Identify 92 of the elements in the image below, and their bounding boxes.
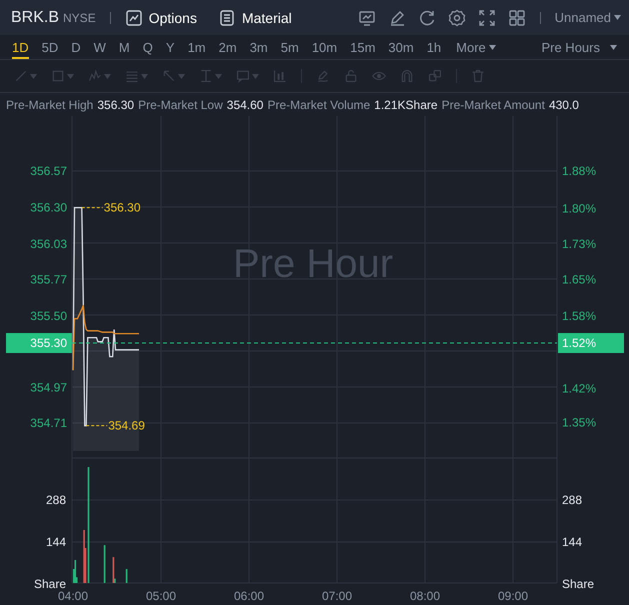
volume-axis-label: 288	[46, 493, 66, 508]
price-axis-label: 356.03	[30, 237, 67, 252]
more-dropdown[interactable]: More	[456, 35, 496, 59]
price-axis-label: 355.77	[30, 272, 67, 286]
average-line	[72, 304, 139, 370]
period-tab[interactable]: W	[94, 37, 106, 59]
exchange-label: NYSE	[63, 10, 96, 24]
period-tab[interactable]: D	[71, 37, 81, 59]
note-tool-icon	[236, 69, 250, 83]
price-axis-label: 356.57	[30, 164, 67, 178]
annotation: 354.69	[108, 418, 146, 433]
document-icon	[218, 8, 236, 26]
price-axis-label: 354.71	[30, 416, 67, 430]
monitor-chart-icon[interactable]	[358, 8, 376, 26]
price-axis-label: 355.50	[30, 308, 67, 323]
caret-icon	[104, 74, 111, 78]
time-axis-label: 07:00	[322, 589, 352, 603]
arrow-tool-icon	[162, 69, 176, 83]
percent-axis-label: 1.73%	[562, 236, 596, 251]
caret-icon	[614, 15, 621, 20]
stat-label: Pre-Market Amount	[442, 98, 545, 112]
refresh-icon[interactable]	[418, 8, 436, 26]
percent-axis-label: 1.65%	[562, 272, 596, 286]
grid-icon[interactable]	[508, 8, 526, 26]
caret-icon	[141, 74, 148, 78]
period-tab[interactable]: M	[118, 37, 130, 59]
caret-icon	[252, 74, 259, 78]
time-axis-label: 09:00	[498, 589, 528, 603]
period-tab[interactable]: Q	[142, 37, 153, 59]
annotation: 356.30	[104, 200, 141, 215]
volume-axis-label: Share	[34, 577, 66, 591]
options-button[interactable]: Options	[124, 8, 197, 26]
percent-axis-label: 1.42%	[562, 381, 596, 396]
time-axis-label: 05:00	[146, 589, 176, 603]
material-button[interactable]: Material	[218, 8, 292, 26]
stat-value: 1.21KShare	[374, 98, 438, 112]
pen-icon	[316, 69, 330, 83]
caret-icon	[30, 74, 37, 78]
layout-dropdown[interactable]: Unnamed	[554, 10, 621, 25]
volume-axis-label: 144	[562, 535, 582, 550]
ticker-symbol: BRK.B	[11, 8, 60, 26]
percent-axis-label: 1.58%	[562, 308, 596, 323]
period-tab[interactable]: Y	[166, 37, 175, 59]
range-tool-icon	[199, 69, 213, 83]
period-tab[interactable]: 3m	[250, 37, 268, 59]
stat-value: 430.0	[548, 98, 579, 112]
time-axis-label: 04:00	[58, 589, 88, 603]
period-tab[interactable]: 15m	[350, 37, 376, 59]
percent-axis-label: 1.88%	[562, 164, 596, 178]
caret-icon	[178, 74, 185, 78]
caret-icon	[488, 44, 496, 50]
volume-axis-label: 288	[562, 493, 582, 508]
period-tab[interactable]: 5m	[280, 37, 299, 59]
caret-icon	[610, 44, 617, 50]
pattern-tool-icon	[88, 69, 102, 83]
period-tab[interactable]: 30m	[388, 37, 414, 59]
line-tool-icon	[14, 69, 28, 83]
stat-label: Pre-Market Volume	[267, 98, 370, 112]
price-axis-label: 356.30	[30, 200, 67, 215]
period-tab[interactable]: 1h	[426, 37, 442, 59]
period-tab[interactable]: 1D	[12, 37, 29, 59]
chart-icon	[124, 8, 143, 26]
copy-icon	[428, 69, 442, 83]
settings-icon[interactable]	[448, 8, 466, 26]
stat-value: 356.30	[97, 98, 134, 112]
caret-icon	[215, 74, 222, 78]
magnet-icon	[400, 69, 414, 83]
time-axis-label: 08:00	[410, 589, 440, 603]
period-tab[interactable]: 5D	[42, 37, 58, 59]
period-tab[interactable]: 2m	[218, 37, 237, 59]
stat-value: 354.60	[226, 98, 264, 112]
volume-axis-label: Share	[562, 577, 594, 591]
rectangle-tool-icon	[51, 69, 65, 83]
percent-axis-label: 1.35%	[562, 416, 596, 430]
current-change-tag: 1.52%	[558, 333, 624, 354]
eye-icon	[372, 69, 386, 83]
lock-icon	[344, 69, 358, 83]
levels-tool-icon	[125, 69, 139, 83]
percent-axis-label: 1.80%	[562, 201, 596, 216]
session-dropdown[interactable]: Pre Hours	[541, 35, 617, 59]
caret-icon	[67, 74, 74, 78]
price-axis-label: 354.97	[30, 380, 67, 395]
fullscreen-icon[interactable]	[478, 8, 496, 26]
indicator-icon	[273, 69, 287, 83]
volume-axis-label: 144	[46, 535, 66, 550]
current-price-tag: 355.30	[6, 333, 72, 354]
trash-icon	[471, 69, 485, 83]
period-tab[interactable]: 1m	[188, 37, 206, 59]
stat-label: Pre-Market Low	[138, 98, 223, 112]
time-axis-label: 06:00	[234, 589, 264, 603]
stat-label: Pre-Market High	[6, 98, 94, 112]
period-tab[interactable]: 10m	[312, 37, 338, 59]
